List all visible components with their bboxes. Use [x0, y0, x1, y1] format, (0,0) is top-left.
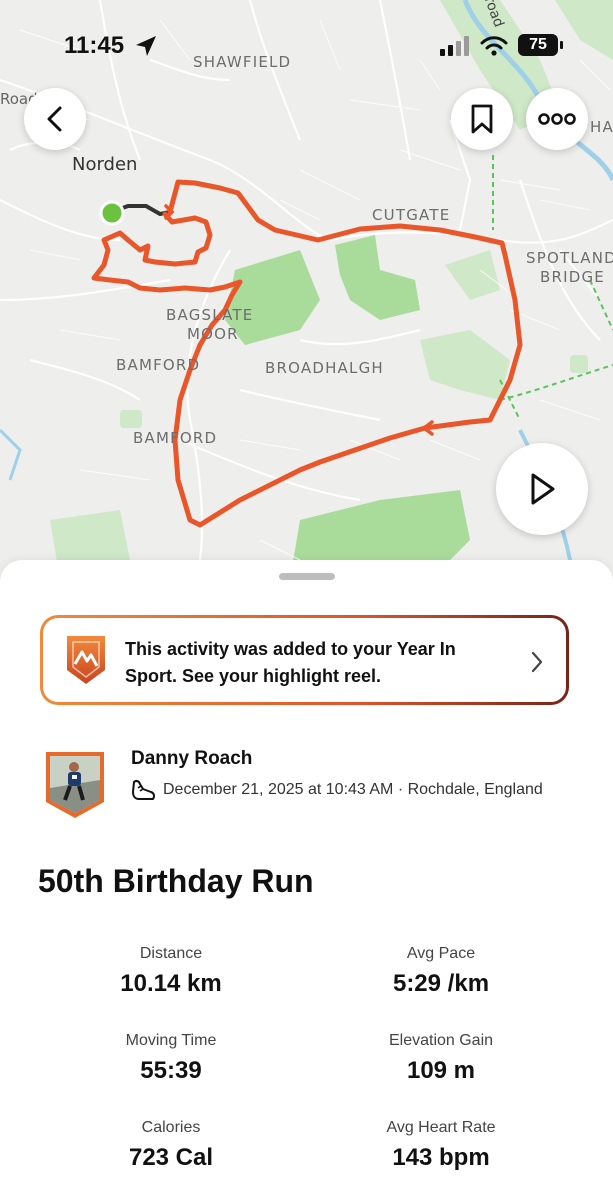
sheet-drag-handle[interactable]: [279, 573, 335, 580]
back-button[interactable]: [24, 88, 86, 150]
place-label: BRIDGE: [540, 268, 605, 286]
place-label: CUTGATE: [372, 206, 451, 224]
stat-elevation-gain: Elevation Gain 109 m: [311, 1032, 571, 1085]
stat-avg-heart-rate: Avg Heart Rate 143 bpm: [311, 1119, 571, 1172]
bookmark-button[interactable]: [451, 88, 513, 150]
activity-title: 50th Birthday Run: [38, 863, 314, 899]
stat-value: 55:39: [140, 1057, 202, 1084]
location-arrow-icon: [136, 36, 156, 56]
status-bar: 11:45 75: [0, 0, 613, 90]
chevron-right-icon: [531, 651, 543, 673]
stat-value: 143 bpm: [392, 1144, 490, 1171]
athlete-avatar[interactable]: [44, 750, 106, 820]
route-start-marker: [99, 200, 125, 226]
place-label: BROADHALGH: [265, 359, 384, 377]
stat-value: 10.14 km: [120, 970, 222, 997]
stat-value: 5:29 /km: [392, 970, 490, 997]
avatar-badge: [46, 752, 104, 818]
stat-label: Avg Heart Rate: [386, 1119, 496, 1136]
year-in-sport-banner[interactable]: This activity was added to your Year In …: [40, 615, 569, 705]
stat-calories: Calories 723 Cal: [41, 1119, 301, 1172]
place-label: BAMFORD: [133, 429, 218, 447]
wifi-icon: [480, 36, 508, 56]
stat-label: Avg Pace: [406, 945, 476, 962]
more-options-icon: [538, 113, 576, 125]
route-map[interactable]: SHAWFIELD Norden CUTGATE SPOTLAND BRIDGE…: [0, 0, 613, 600]
shoe-icon: [132, 779, 156, 800]
activity-meta: December 21, 2025 at 10:43 AM · Rochdale…: [163, 781, 543, 798]
place-label: BAGSLATE: [166, 306, 254, 324]
battery-icon: 75: [518, 34, 558, 56]
stat-label: Moving Time: [125, 1032, 217, 1049]
place-label: Norden: [72, 154, 138, 175]
bookmark-icon: [471, 104, 493, 134]
year-in-sport-icon: [67, 636, 105, 684]
stat-moving-time: Moving Time 55:39: [41, 1032, 301, 1085]
activity-sheet: This activity was added to your Year In …: [0, 560, 613, 1200]
play-icon: [531, 473, 555, 505]
stat-label: Elevation Gain: [388, 1032, 494, 1049]
place-label: SPOTLAND: [526, 249, 613, 267]
place-label: HAW: [590, 118, 613, 136]
stat-avg-pace: Avg Pace 5:29 /km: [311, 945, 571, 998]
place-label: MOOR: [187, 325, 239, 343]
stat-value: 723 Cal: [128, 1144, 214, 1171]
stat-label: Distance: [139, 945, 203, 962]
banner-message: This activity was added to your Year In …: [125, 639, 456, 686]
more-options-button[interactable]: [526, 88, 588, 150]
athlete-name[interactable]: Danny Roach: [131, 748, 252, 770]
back-arrow-icon: [47, 106, 62, 132]
play-flyover-button[interactable]: [496, 443, 588, 535]
status-time: 11:45: [64, 32, 125, 59]
battery-cap: [560, 41, 563, 49]
stat-value: 109 m: [406, 1057, 476, 1084]
stat-distance: Distance 10.14 km: [41, 945, 301, 998]
signal-icon: [440, 36, 469, 56]
place-label: BAMFORD: [116, 356, 201, 374]
stat-label: Calories: [141, 1119, 201, 1136]
